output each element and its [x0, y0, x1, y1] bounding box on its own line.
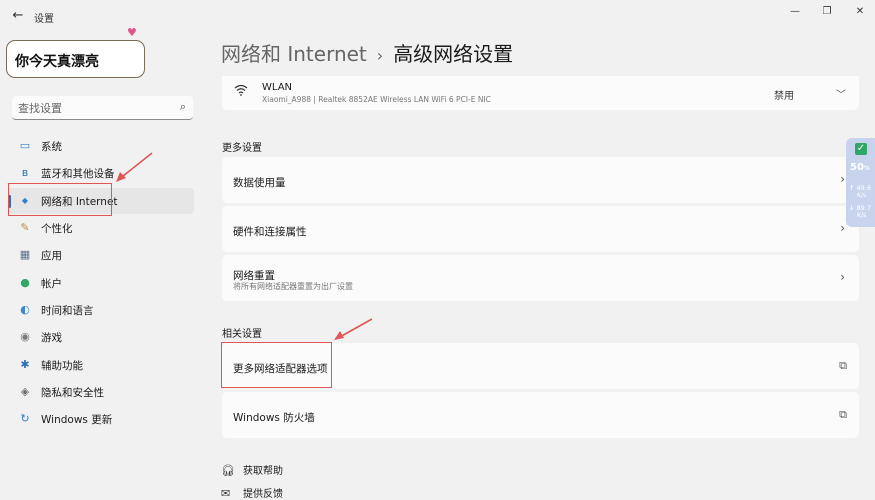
- network-speed-widget[interactable]: ✓ 50% ↑ 49.6 K/s ↓ 89.7 K/s: [846, 138, 875, 227]
- sidebar-item-label: 隐私和安全性: [41, 387, 104, 399]
- section-related-settings: 相关设置: [222, 329, 262, 340]
- external-link-icon: ⧉: [839, 359, 847, 372]
- widget-percent: 50%: [850, 162, 870, 173]
- wlan-adapter-row[interactable]: WLAN Xiaomi_A988 | Realtek 8852AE Wirele…: [222, 76, 859, 110]
- sidebar-item-accessibility[interactable]: ✱ 辅助功能: [8, 352, 194, 378]
- monitor-icon: ▭: [19, 139, 31, 152]
- accessibility-icon: ✱: [20, 358, 30, 371]
- sidebar-item-label: 个性化: [41, 223, 73, 235]
- back-button[interactable]: ←: [8, 6, 28, 26]
- search-box[interactable]: ⌕: [12, 96, 193, 120]
- brush-icon: ✎: [20, 221, 30, 234]
- sidebar-item-label: 辅助功能: [41, 360, 83, 372]
- widget-download: ↓ 89.7 K/s: [849, 204, 871, 219]
- gamepad-icon: ◉: [20, 330, 30, 343]
- globe-clock-icon: ◐: [20, 303, 30, 316]
- row-description: 将所有网络适配器重置为出厂设置: [233, 282, 353, 291]
- sidebar-item-privacy[interactable]: ◈ 隐私和安全性: [8, 379, 194, 405]
- annotation-box-adapter-options: [221, 342, 332, 388]
- external-link-icon: ⧉: [839, 408, 847, 421]
- annotation-arrow-adapter: [337, 318, 373, 339]
- sidebar-item-system[interactable]: ▭ 系统: [8, 133, 194, 159]
- sidebar-item-label: 应用: [41, 250, 62, 262]
- sidebar-item-gaming[interactable]: ◉ 游戏: [8, 324, 194, 350]
- sidebar-item-accounts[interactable]: ● 帐户: [8, 270, 194, 296]
- bubble-text: 你今天真漂亮: [15, 54, 99, 70]
- give-feedback-link[interactable]: ✉ 提供反馈: [221, 485, 283, 500]
- breadcrumb-parent[interactable]: 网络和 Internet: [221, 42, 367, 66]
- data-usage-row[interactable]: 数据使用量 ›: [222, 157, 859, 203]
- chevron-right-icon: ›: [840, 221, 845, 235]
- sidebar-item-label: 帐户: [41, 278, 62, 290]
- sidebar-item-time-language[interactable]: ◐ 时间和语言: [8, 297, 194, 323]
- search-icon[interactable]: ⌕: [180, 100, 186, 114]
- give-feedback-label: 提供反馈: [243, 489, 283, 500]
- breadcrumb: 网络和 Internet › 高级网络设置: [221, 38, 513, 67]
- person-icon: ●: [20, 276, 30, 289]
- breadcrumb-separator: ›: [376, 46, 384, 65]
- sidebar-item-label: 蓝牙和其他设备: [41, 168, 115, 180]
- sidebar-item-label: 系统: [41, 141, 62, 153]
- page-title: 高级网络设置: [393, 42, 514, 66]
- apps-icon: ▦: [19, 248, 31, 261]
- sidebar-item-windows-update[interactable]: ↻ Windows 更新: [8, 406, 194, 432]
- update-icon: ↻: [20, 412, 30, 425]
- shield-icon: ◈: [20, 385, 30, 398]
- maximize-button[interactable]: ❐: [812, 4, 842, 20]
- get-help-link[interactable]: 🎧︎ 获取帮助: [221, 462, 283, 477]
- hardware-properties-row[interactable]: 硬件和连接属性 ›: [222, 206, 859, 252]
- row-label: Windows 防火墙: [233, 412, 315, 424]
- search-input[interactable]: [18, 100, 168, 116]
- chevron-down-icon[interactable]: ﹀: [836, 86, 846, 101]
- widget-upload: ↑ 49.6 K/s: [849, 184, 871, 199]
- chevron-right-icon: ›: [840, 172, 845, 186]
- wlan-disable-button[interactable]: 禁用: [774, 87, 794, 102]
- chevron-right-icon: ›: [840, 270, 845, 284]
- windows-firewall-row[interactable]: Windows 防火墙 ⧉: [222, 392, 859, 438]
- wlan-name: WLAN: [262, 82, 293, 93]
- compliment-bubble: 你今天真漂亮: [6, 40, 145, 78]
- wifi-icon: [234, 84, 248, 100]
- help-icon: 🎧︎: [221, 464, 235, 477]
- wlan-description: Xiaomi_A988 | Realtek 8852AE Wireless LA…: [262, 95, 491, 104]
- get-help-label: 获取帮助: [243, 466, 283, 477]
- sidebar-item-label: 时间和语言: [41, 305, 94, 317]
- close-button[interactable]: ✕: [845, 4, 875, 20]
- row-label: 数据使用量: [233, 177, 286, 189]
- heart-icon: ♥: [127, 26, 137, 39]
- section-more-settings: 更多设置: [222, 143, 262, 154]
- shield-check-icon: ✓: [855, 143, 867, 155]
- minimize-button[interactable]: —: [780, 4, 810, 20]
- row-label: 硬件和连接属性: [233, 226, 307, 238]
- sidebar-item-label: Windows 更新: [41, 414, 113, 426]
- sidebar-item-personalization[interactable]: ✎ 个性化: [8, 215, 194, 241]
- app-title: 设置: [34, 14, 54, 25]
- bluetooth-icon: ʙ: [21, 166, 29, 179]
- feedback-icon: ✉: [221, 487, 231, 500]
- sidebar-item-label: 游戏: [41, 332, 62, 344]
- annotation-box-network: [8, 183, 112, 216]
- network-reset-row[interactable]: 网络重置 将所有网络适配器重置为出厂设置 ›: [222, 255, 859, 301]
- annotation-arrowhead-adapter: [334, 331, 344, 340]
- sidebar-item-apps[interactable]: ▦ 应用: [8, 242, 194, 268]
